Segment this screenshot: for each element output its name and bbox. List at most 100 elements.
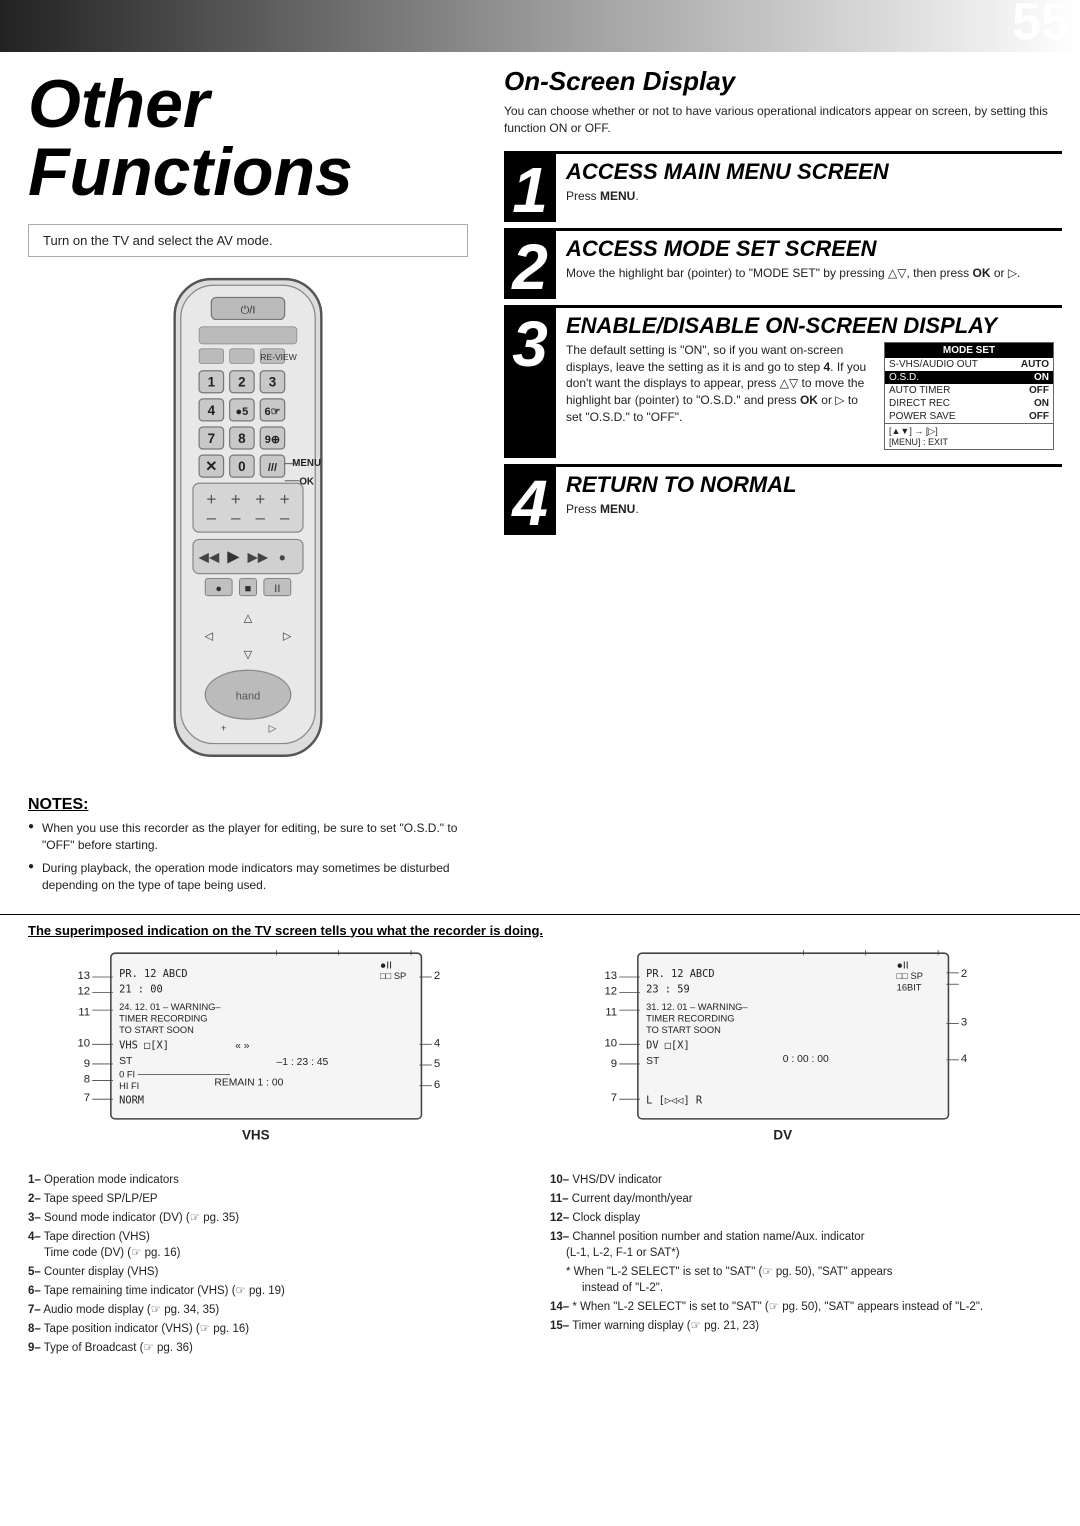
legend-item-5: 5– Counter display (VHS) [28,1264,530,1280]
svg-text:◀◀: ◀◀ [199,549,220,564]
step-4-content: RETURN TO NORMAL Press MENU. [556,467,1062,535]
step-3-block: 3 ENABLE/DISABLE ON-SCREEN DISPLAY The d… [504,305,1062,458]
svg-text:23 : 59: 23 : 59 [646,983,690,995]
step-4-heading: RETURN TO NORMAL [566,473,1054,497]
step-1-content: ACCESS MAIN MENU SCREEN Press MENU. [556,154,1062,222]
svg-text:●II: ●II [897,960,909,971]
note-item-1: When you use this recorder as the player… [28,820,468,854]
svg-text:–: – [231,509,241,528]
step-4-text: Press MENU. [566,501,1054,518]
svg-text:PR. 12 ABCD: PR. 12 ABCD [646,968,715,980]
svg-text:3: 3 [269,375,276,390]
legend-item-1: 1– Operation mode indicators [28,1172,530,1188]
instruction-text: Turn on the TV and select the AV mode. [43,233,273,248]
svg-text:ST: ST [119,1055,133,1066]
bottom-section: The superimposed indication on the TV sc… [0,914,1080,1380]
dv-diagram: 13 12 11 10 9 7 14 15 1 [555,948,1052,1160]
svg-text:9: 9 [84,1058,90,1070]
legend-item-3: 3– Sound mode indicator (DV) (☞ pg. 35) [28,1210,530,1226]
step-4-block: 4 RETURN TO NORMAL Press MENU. [504,464,1062,535]
svg-text:0: 0 [238,459,245,474]
note-item-2: During playback, the operation mode indi… [28,860,468,894]
svg-text:8: 8 [238,431,246,446]
legend-item-6: 6– Tape remaining time indicator (VHS) (… [28,1283,530,1299]
mode-set-title: MODE SET [885,343,1053,358]
svg-text:□□ SP: □□ SP [380,971,406,981]
step-1-number: 1 [504,154,556,222]
svg-text:PR. 12 ABCD: PR. 12 ABCD [119,968,188,980]
page-number: 55 [1012,0,1070,48]
legend-item-4: 4– Tape direction (VHS)Time code (DV) (☞… [28,1229,530,1261]
svg-text:⏺: ⏺ [279,552,285,564]
remote-svg: ⏻/I RE-VIEW 1 2 3 [138,273,358,786]
legend-item-13: 13– Channel position number and station … [550,1229,1052,1261]
step-4-number: 4 [504,467,556,535]
superimposed-title: The superimposed indication on the TV sc… [28,923,1052,938]
svg-text:ST: ST [646,1055,660,1066]
svg-text:VHS: VHS [242,1127,270,1142]
svg-text:21 : 00: 21 : 00 [119,983,163,995]
notes-section: NOTES: When you use this recorder as the… [28,796,468,893]
svg-text:+: + [206,490,216,509]
svg-text:7: 7 [208,431,215,446]
step-2-block: 2 ACCESS MODE SET SCREEN Move the highli… [504,228,1062,299]
step-2-content: ACCESS MODE SET SCREEN Move the highligh… [556,231,1062,299]
svg-text:▽: ▽ [244,649,253,661]
svg-text:VHS □[X]: VHS □[X] [119,1039,169,1051]
step-1-heading: ACCESS MAIN MENU SCREEN [566,160,1054,184]
legend-item-14: 14– * When "L-2 SELECT" is set to "SAT" … [550,1299,1052,1315]
svg-text:0 : 00 : 00: 0 : 00 : 00 [783,1053,829,1064]
right-column: On-Screen Display You can choose whether… [490,52,1080,910]
onscreen-display-title: On-Screen Display [504,66,1062,97]
svg-text:12: 12 [77,985,90,997]
step-3-content: ENABLE/DISABLE ON-SCREEN DISPLAY The def… [556,308,1062,458]
svg-text:◁: ◁ [205,631,214,643]
top-bar: 55 [0,0,1080,52]
step-3-heading: ENABLE/DISABLE ON-SCREEN DISPLAY [566,314,1054,338]
svg-text:+: + [255,490,265,509]
bottom-lists: 1– Operation mode indicators 2– Tape spe… [28,1172,1052,1360]
svg-text:1: 1 [208,375,216,390]
svg-text:9: 9 [611,1058,617,1070]
svg-text:« »: « » [235,1040,250,1051]
legend-item-11: 11– Current day/month/year [550,1191,1052,1207]
svg-text:△: △ [244,612,253,624]
svg-text:8: 8 [84,1073,90,1085]
svg-text:11: 11 [605,1006,617,1018]
dv-diagram-svg: 13 12 11 10 9 7 14 15 1 [555,948,1052,1155]
svg-text:▶▶: ▶▶ [247,549,268,564]
svg-text:7: 7 [84,1092,90,1104]
legend-right: 10– VHS/DV indicator 11– Current day/mon… [550,1172,1052,1360]
step-3-number: 3 [504,308,556,458]
mode-set-footer: [▲▼] → [▷][MENU] : EXIT [885,423,1053,449]
legend-note-star: * When "L-2 SELECT" is set to "SAT" (☞ p… [550,1264,1052,1296]
svg-text:L [▷◁◁] R: L [▷◁◁] R [646,1094,703,1106]
mode-set-box: MODE SET S-VHS/AUDIO OUT AUTO O.S.D. ON … [884,342,1054,450]
step-2-heading: ACCESS MODE SET SCREEN [566,237,1054,261]
main-layout: Other Functions Turn on the TV and selec… [0,52,1080,910]
svg-text:10: 10 [77,1037,90,1049]
svg-text:9⊕: 9⊕ [265,434,280,446]
svg-text:4: 4 [961,1052,967,1064]
mode-set-row-4: DIRECT REC ON [885,397,1053,410]
svg-text:13: 13 [604,970,617,982]
svg-text:+: + [221,723,227,734]
svg-text:REMAIN 1 : 00: REMAIN 1 : 00 [214,1077,283,1088]
svg-text:2: 2 [434,970,440,982]
svg-text:RE-VIEW: RE-VIEW [260,352,297,362]
svg-text:13: 13 [77,970,90,982]
svg-text:///: /// [268,462,277,474]
mode-set-row-1: S-VHS/AUDIO OUT AUTO [885,358,1053,371]
step-1-text: Press MENU. [566,188,1054,205]
svg-text:–1 : 23 : 45: –1 : 23 : 45 [277,1057,329,1068]
notes-list: When you use this recorder as the player… [28,820,468,893]
vhs-diagram-svg: 13 12 11 10 9 8 7 14 15 1 [28,948,525,1155]
svg-text:5: 5 [434,1058,440,1070]
svg-text:▷: ▷ [283,631,292,643]
svg-text:TO START SOON: TO START SOON [119,1024,194,1034]
svg-text:□□ SP: □□ SP [897,971,923,981]
svg-text:–: – [280,509,290,528]
svg-text:–: – [255,509,265,528]
legend-left-list: 1– Operation mode indicators 2– Tape spe… [28,1172,530,1357]
svg-text:HI FI: HI FI [119,1080,139,1090]
